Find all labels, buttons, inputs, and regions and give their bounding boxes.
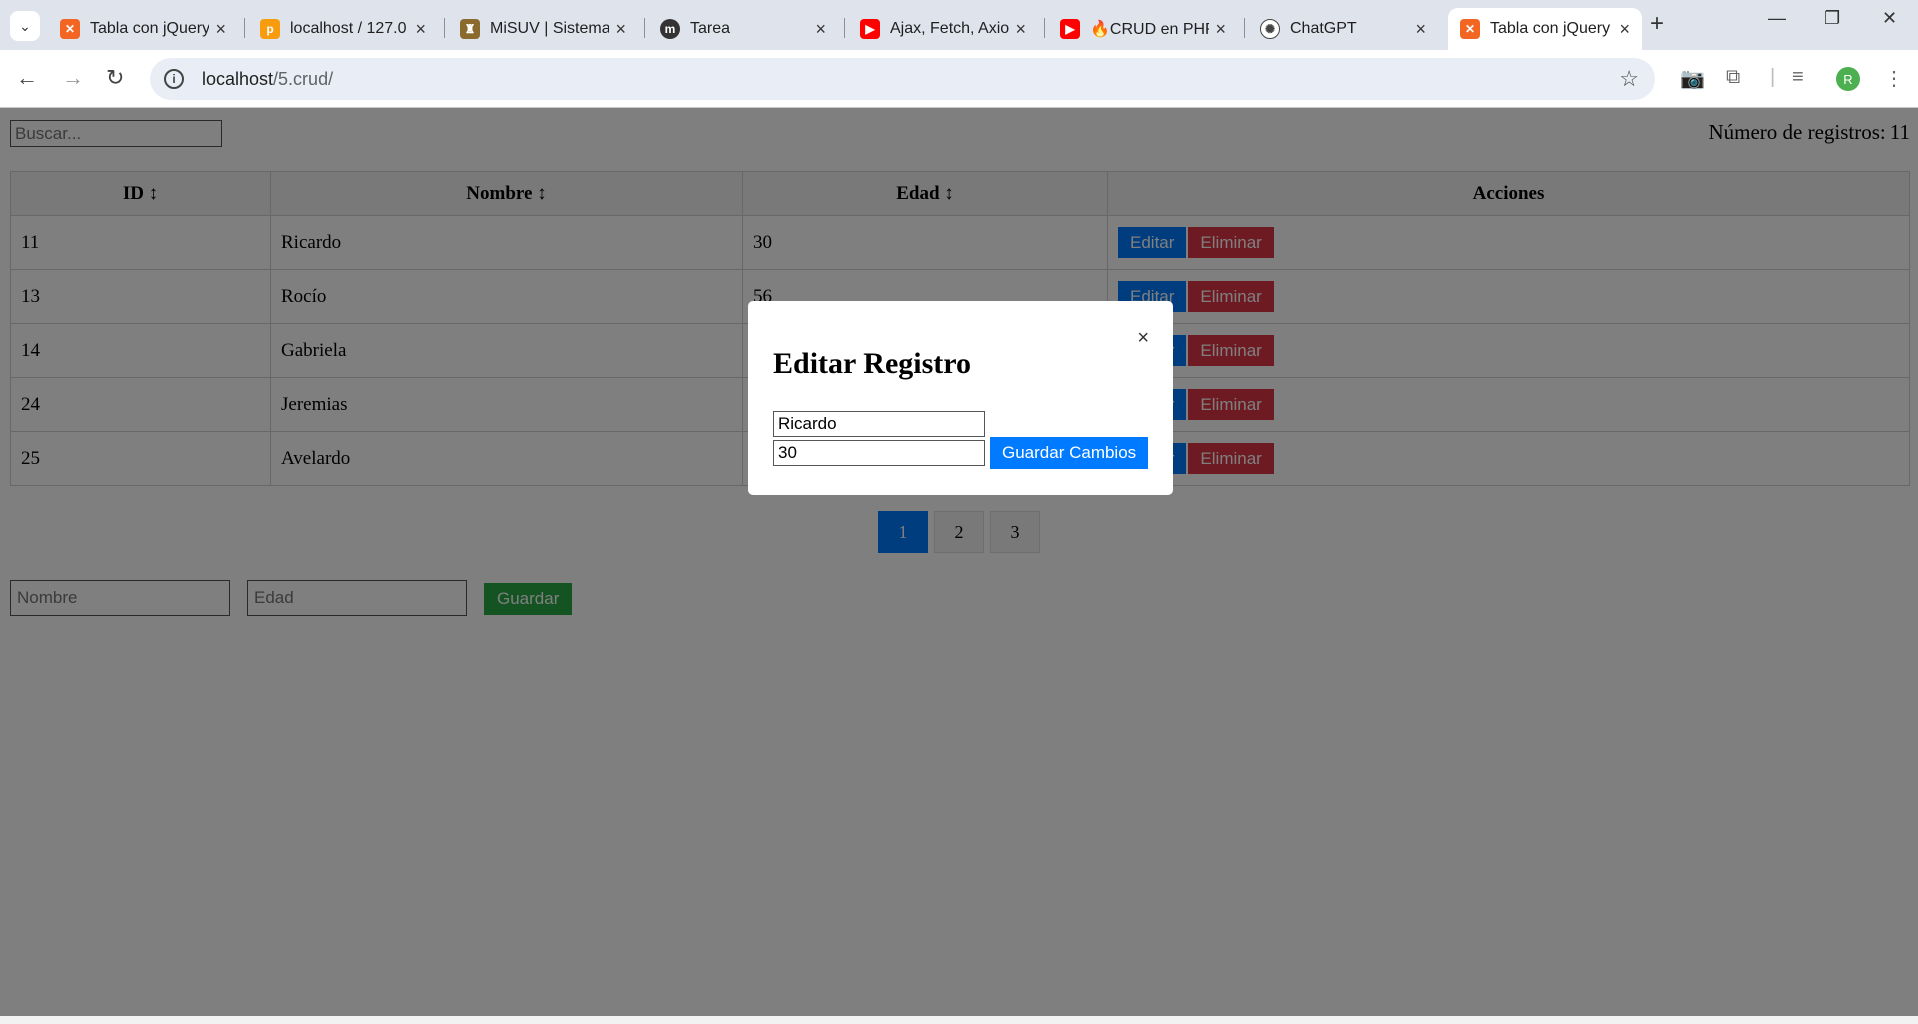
back-button[interactable]: ← xyxy=(16,65,38,91)
new-tab-button[interactable]: + xyxy=(1650,10,1664,38)
camera-icon[interactable]: 📷 xyxy=(1680,66,1705,91)
toolbar-divider: | xyxy=(1770,66,1776,88)
bookmark-star-icon[interactable]: ☆ xyxy=(1619,66,1639,92)
tab-title: localhost / 127.0 xyxy=(290,20,407,37)
browser-tab[interactable]: ✺ ChatGPT × xyxy=(1248,8,1438,50)
tab-title: Tabla con jQuery xyxy=(90,20,210,37)
close-icon[interactable]: × xyxy=(1137,327,1149,350)
arrow-right-icon: → xyxy=(62,65,84,90)
tab-title: MiSUV | Sistema xyxy=(490,20,610,37)
tab-title: Tabla con jQuery xyxy=(1490,20,1611,37)
close-tab-icon[interactable]: × xyxy=(1415,19,1426,40)
browser-tab-active[interactable]: ✕ Tabla con jQuery × xyxy=(1448,8,1642,50)
close-tab-icon[interactable]: × xyxy=(1015,19,1026,40)
minimize-icon: — xyxy=(1768,8,1786,28)
modal-backdrop[interactable] xyxy=(0,108,1918,1016)
uv-crest-icon: ♜ xyxy=(460,19,480,39)
minimize-button[interactable]: — xyxy=(1768,8,1786,29)
reload-icon: ↻ xyxy=(106,65,125,90)
address-bar[interactable]: i localhost/5.crud/ ☆ xyxy=(150,58,1655,100)
browser-tab[interactable]: ▶ Ajax, Fetch, Axios × xyxy=(848,8,1038,50)
chevron-down-icon: ⌄ xyxy=(19,17,31,34)
openai-icon: ✺ xyxy=(1260,19,1280,39)
tab-title: ChatGPT xyxy=(1290,20,1357,37)
save-changes-button[interactable]: Guardar Cambios xyxy=(990,437,1149,469)
close-tab-icon[interactable]: × xyxy=(615,19,626,40)
page-content: Número de registros:11 ID ↕ Nombre ↕ Eda… xyxy=(0,108,1918,1024)
tab-title: 🔥CRUD en PHP xyxy=(1090,21,1210,38)
restore-button[interactable]: ❐ xyxy=(1824,8,1840,29)
profile-initial: R xyxy=(1843,71,1853,87)
plus-icon: + xyxy=(1650,10,1665,37)
close-tab-icon[interactable]: × xyxy=(1215,19,1226,40)
xampp-icon: ✕ xyxy=(1460,19,1480,39)
close-window-button[interactable]: ✕ xyxy=(1882,8,1897,29)
close-icon: ✕ xyxy=(1882,8,1898,28)
browser-tab[interactable]: m Tarea × xyxy=(648,8,838,50)
close-tab-icon[interactable]: × xyxy=(1619,19,1630,40)
browser-tab[interactable]: ▶ 🔥CRUD en PHP × xyxy=(1048,8,1238,50)
browser-toolbar: ← → ↻ i localhost/5.crud/ ☆ 📷 ⧉ | ≡ ⋮ xyxy=(0,50,1918,108)
window-bottom-edge xyxy=(0,1016,1918,1024)
browser-tab[interactable]: ♜ MiSUV | Sistema × xyxy=(448,8,638,50)
close-tab-icon[interactable]: × xyxy=(815,19,826,40)
close-tab-icon[interactable]: × xyxy=(415,19,426,40)
youtube-icon: ▶ xyxy=(1060,19,1080,39)
site-info-icon[interactable]: i xyxy=(164,69,184,89)
moodle-icon: m xyxy=(660,19,680,39)
restore-icon: ❐ xyxy=(1824,8,1841,28)
arrow-left-icon: ← xyxy=(16,65,38,90)
edit-modal: × Editar Registro Guardar Cambios xyxy=(748,301,1173,495)
browser-tab[interactable]: p localhost / 127.0 × xyxy=(248,8,438,50)
tab-title: Ajax, Fetch, Axios xyxy=(890,20,1010,37)
profile-avatar[interactable]: R xyxy=(1836,67,1860,91)
media-controls-icon[interactable]: ≡ xyxy=(1792,66,1804,89)
edit-nombre-input[interactable] xyxy=(773,411,985,437)
browser-tabstrip: ⌄ ✕ Tabla con jQuery × p localhost / 127… xyxy=(0,0,1918,50)
modal-title: Editar Registro xyxy=(773,347,972,380)
menu-kebab-icon[interactable]: ⋮ xyxy=(1884,66,1904,91)
edit-edad-input[interactable] xyxy=(773,440,985,466)
url-path: /5.crud/ xyxy=(273,68,334,89)
tab-title: Tarea xyxy=(690,20,731,37)
forward-button[interactable]: → xyxy=(62,65,84,91)
reload-button[interactable]: ↻ xyxy=(106,65,124,91)
close-tab-icon[interactable]: × xyxy=(215,19,226,40)
tab-search-button[interactable]: ⌄ xyxy=(10,11,40,41)
extensions-icon[interactable]: ⧉ xyxy=(1726,66,1740,89)
xampp-icon: ✕ xyxy=(60,19,80,39)
youtube-icon: ▶ xyxy=(860,19,880,39)
phpmyadmin-icon: p xyxy=(260,19,280,39)
browser-tab[interactable]: ✕ Tabla con jQuery × xyxy=(48,8,238,50)
url-host: localhost xyxy=(202,68,274,89)
url-text[interactable]: localhost/5.crud/ xyxy=(202,69,333,90)
